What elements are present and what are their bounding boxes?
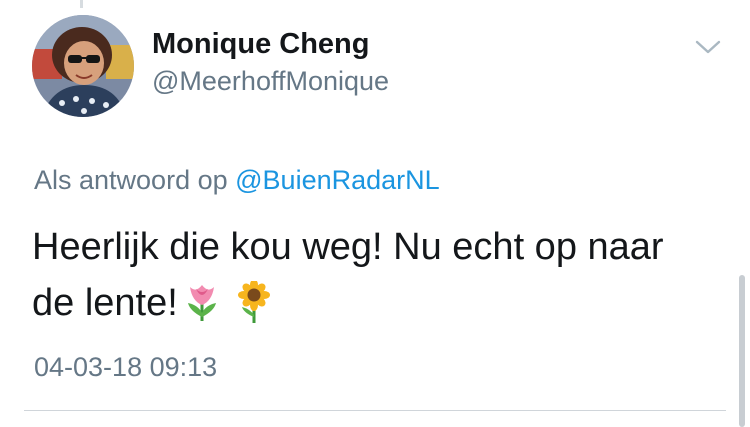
thread-connector [80, 0, 83, 8]
sunflower-icon [237, 281, 270, 323]
tweet-timestamp[interactable]: 04-03-18 09:13 [34, 352, 217, 383]
tweet-text-line-1: Heerlijk die kou weg! Nu echt op naar [32, 226, 664, 268]
scrollbar[interactable] [739, 275, 745, 427]
tweet-text-line-2-wrapper: de lente! [32, 275, 722, 331]
tweet-text: Heerlijk die kou weg! Nu echt op naar de… [32, 219, 722, 331]
tweet[interactable]: Monique Cheng @MeerhoffMonique Als antwo… [0, 0, 750, 427]
tweet-text-line-2: de lente! [32, 282, 178, 324]
reply-context-label: Als antwoord op [34, 165, 228, 195]
reply-mention-link[interactable]: @BuienRadarNL [235, 165, 440, 195]
tulip-icon [187, 285, 216, 321]
display-name[interactable]: Monique Cheng [152, 28, 369, 61]
tweet-menu-button[interactable] [690, 32, 726, 62]
chevron-down-icon [695, 40, 721, 54]
user-handle[interactable]: @MeerhoffMonique [152, 66, 389, 97]
avatar[interactable] [32, 15, 134, 117]
reply-context: Als antwoord op @BuienRadarNL [34, 165, 440, 196]
divider [24, 410, 726, 411]
